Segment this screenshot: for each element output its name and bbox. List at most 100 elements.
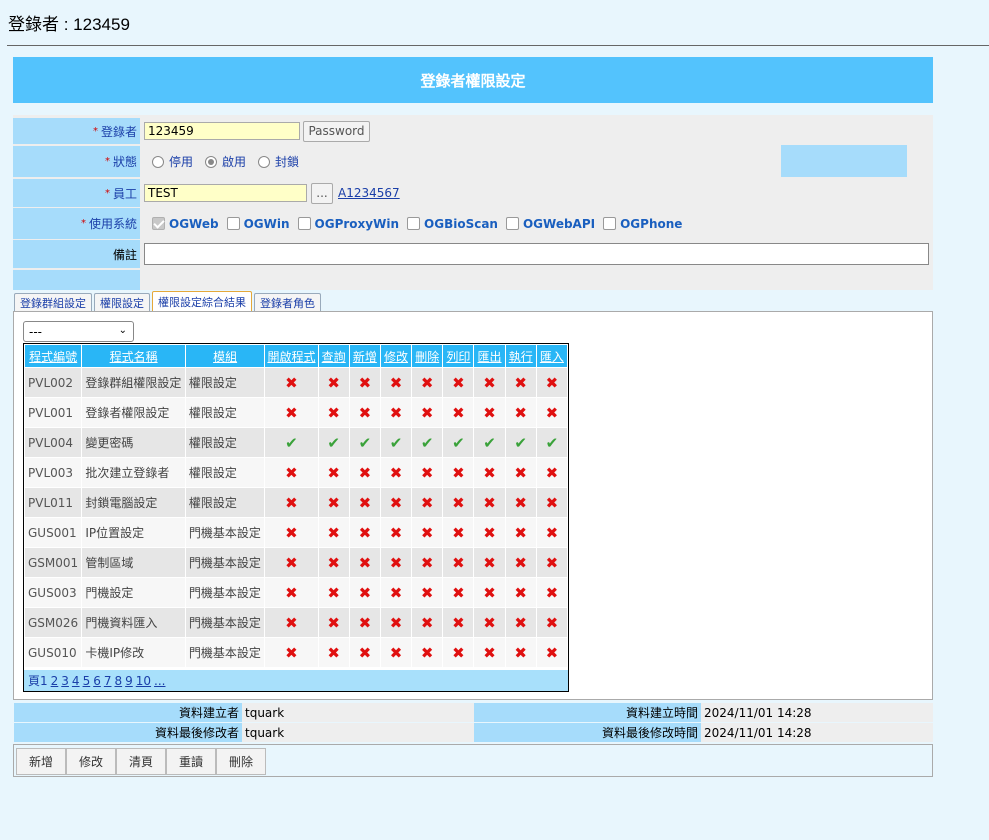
pager-link[interactable]: ... <box>154 674 165 688</box>
column-header[interactable]: 開啟程式 <box>264 344 319 368</box>
status-radio-enabled[interactable]: 啟用 <box>205 153 246 170</box>
system-checkbox-ogproxywin[interactable]: OGProxyWin <box>297 217 399 231</box>
column-header[interactable]: 列印 <box>442 344 475 368</box>
cell-name: 管制區域 <box>81 547 186 578</box>
permission-cell: ✖ <box>379 517 413 548</box>
login-input[interactable]: 123459 <box>144 122 300 140</box>
status-radio-disabled[interactable]: 停用 <box>152 153 193 170</box>
column-header[interactable]: 匯出 <box>473 344 506 368</box>
table-row[interactable]: GSM001 管制區域 門機基本設定 ✖ ✖ ✖ ✖ ✖ ✖ ✖ ✖ ✖ <box>23 547 569 578</box>
system-checkbox-ogphone[interactable]: OGPhone <box>603 217 682 231</box>
column-header[interactable]: 程式編號 <box>23 344 83 368</box>
column-header[interactable]: 修改 <box>379 344 413 368</box>
status-radio-locked[interactable]: 封鎖 <box>258 153 299 170</box>
table-row[interactable]: GUS001 IP位置設定 門機基本設定 ✖ ✖ ✖ ✖ ✖ ✖ ✖ ✖ ✖ <box>23 517 569 548</box>
permission-cell: ✖ <box>411 397 444 428</box>
blank-label-cell <box>13 270 140 290</box>
pager-current: 頁1 <box>28 674 48 688</box>
employee-lookup-button[interactable]: ... <box>311 182 333 204</box>
table-row[interactable]: GSM026 門機資料匯入 門機基本設定 ✖ ✖ ✖ ✖ ✖ ✖ ✖ ✖ ✖ <box>23 607 569 638</box>
cell-module: 門機基本設定 <box>184 637 266 668</box>
delete-button[interactable]: 刪除 <box>216 748 266 775</box>
pager: 頁1 2 3 4 5 6 7 8 9 10... <box>24 670 568 691</box>
table-row[interactable]: PVL002 登錄群組權限設定 權限設定 ✖ ✖ ✖ ✖ ✖ ✖ ✖ ✖ ✖ <box>23 367 569 398</box>
remark-input[interactable] <box>144 243 929 265</box>
system-checkbox-ogwin[interactable]: OGWin <box>226 217 290 231</box>
x-mark-icon: ✖ <box>285 523 298 542</box>
column-header[interactable]: 匯入 <box>535 344 569 368</box>
permission-cell: ✖ <box>535 367 569 398</box>
x-mark-icon: ✖ <box>514 553 527 572</box>
pager-link[interactable]: 7 <box>104 674 112 688</box>
column-header[interactable]: 查詢 <box>317 344 350 368</box>
x-mark-icon: ✖ <box>389 583 403 602</box>
employee-input[interactable]: TEST <box>144 184 307 202</box>
table-row[interactable]: PVL003 批次建立登錄者 權限設定 ✖ ✖ ✖ ✖ ✖ ✖ ✖ ✖ ✖ <box>23 457 569 488</box>
tab-group-settings[interactable]: 登錄群組設定 <box>14 293 92 311</box>
column-header[interactable]: 刪除 <box>411 344 444 368</box>
permission-cell: ✖ <box>442 367 475 398</box>
remark-row: 備註 <box>13 240 933 268</box>
systems-checkbox-group: OGWeb OGWin OGProxyWin OGBioScan OGWebAP… <box>152 208 690 239</box>
reload-button[interactable]: 重讀 <box>166 748 216 775</box>
table-row[interactable]: GUS010 卡機IP修改 門機基本設定 ✖ ✖ ✖ ✖ ✖ ✖ ✖ ✖ ✖ <box>23 637 569 668</box>
add-button[interactable]: 新增 <box>16 748 66 775</box>
table-row[interactable]: PVL004 變更密碼 權限設定 ✔ ✔ ✔ ✔ ✔ ✔ ✔ ✔ ✔ <box>23 427 569 458</box>
x-mark-icon: ✖ <box>483 493 496 512</box>
permission-cell: ✔ <box>348 427 381 458</box>
system-checkbox-ogbioscan[interactable]: OGBioScan <box>407 217 498 231</box>
system-checkbox-ogweb[interactable]: OGWeb <box>152 217 219 231</box>
permission-cell: ✔ <box>411 427 444 458</box>
cell-name: IP位置設定 <box>81 517 186 548</box>
pager-link[interactable]: 6 <box>93 674 101 688</box>
cell-name: 登錄群組權限設定 <box>81 367 186 398</box>
pager-link[interactable]: 4 <box>72 674 80 688</box>
cell-module: 門機基本設定 <box>184 577 266 608</box>
column-header[interactable]: 程式名稱 <box>81 344 186 368</box>
table-row[interactable]: PVL001 登錄者權限設定 權限設定 ✖ ✖ ✖ ✖ ✖ ✖ ✖ ✖ ✖ <box>23 397 569 428</box>
permission-cell: ✖ <box>317 577 350 608</box>
x-mark-icon: ✖ <box>420 643 434 662</box>
permission-cell: ✖ <box>379 547 413 578</box>
column-header[interactable]: 新增 <box>348 344 381 368</box>
password-button[interactable]: Password <box>303 120 370 142</box>
edit-button[interactable]: 修改 <box>66 748 116 775</box>
check-mark-icon: ✔ <box>358 433 372 452</box>
pager-link[interactable]: 10 <box>136 674 151 688</box>
employee-link[interactable]: A1234567 <box>338 186 400 200</box>
pager-link[interactable]: 8 <box>114 674 122 688</box>
x-mark-icon: ✖ <box>327 523 340 542</box>
x-mark-icon: ✖ <box>483 403 496 422</box>
column-header[interactable]: 執行 <box>504 344 537 368</box>
x-mark-icon: ✖ <box>545 643 559 662</box>
cell-module: 門機基本設定 <box>184 547 266 578</box>
table-row[interactable]: GUS003 門機設定 門機基本設定 ✖ ✖ ✖ ✖ ✖ ✖ ✖ ✖ ✖ <box>23 577 569 608</box>
permission-cell: ✔ <box>317 427 350 458</box>
pager-link[interactable]: 3 <box>61 674 69 688</box>
x-mark-icon: ✖ <box>545 523 559 542</box>
clear-button[interactable]: 清頁 <box>116 748 166 775</box>
check-mark-icon: ✔ <box>452 433 465 452</box>
tab-permission-settings[interactable]: 權限設定 <box>94 293 150 311</box>
cell-id: PVL004 <box>23 427 83 458</box>
module-filter-select[interactable]: --- ⌄ <box>23 321 134 342</box>
pager-link[interactable]: 9 <box>125 674 133 688</box>
tab-permission-summary[interactable]: 權限設定綜合結果 <box>152 291 252 311</box>
pager-link[interactable]: 5 <box>83 674 91 688</box>
system-checkbox-ogwebapi[interactable]: OGWebAPI <box>505 217 595 231</box>
x-mark-icon: ✖ <box>389 523 403 542</box>
x-mark-icon: ✖ <box>358 523 372 542</box>
cell-id: GSM001 <box>23 547 83 578</box>
table-row[interactable]: PVL011 封鎖電腦設定 權限設定 ✖ ✖ ✖ ✖ ✖ ✖ ✖ ✖ ✖ <box>23 487 569 518</box>
permission-cell: ✖ <box>504 457 537 488</box>
x-mark-icon: ✖ <box>452 643 465 662</box>
permission-cell: ✖ <box>264 637 319 668</box>
column-header[interactable]: 模組 <box>184 344 266 368</box>
tab-user-roles[interactable]: 登錄者角色 <box>254 293 321 311</box>
pager-link[interactable]: 2 <box>51 674 59 688</box>
cell-id: GUS001 <box>23 517 83 548</box>
permission-cell: ✖ <box>379 397 413 428</box>
created-by-value: tquark <box>242 703 474 722</box>
cell-module: 門機基本設定 <box>184 607 266 638</box>
permission-cell: ✖ <box>411 547 444 578</box>
